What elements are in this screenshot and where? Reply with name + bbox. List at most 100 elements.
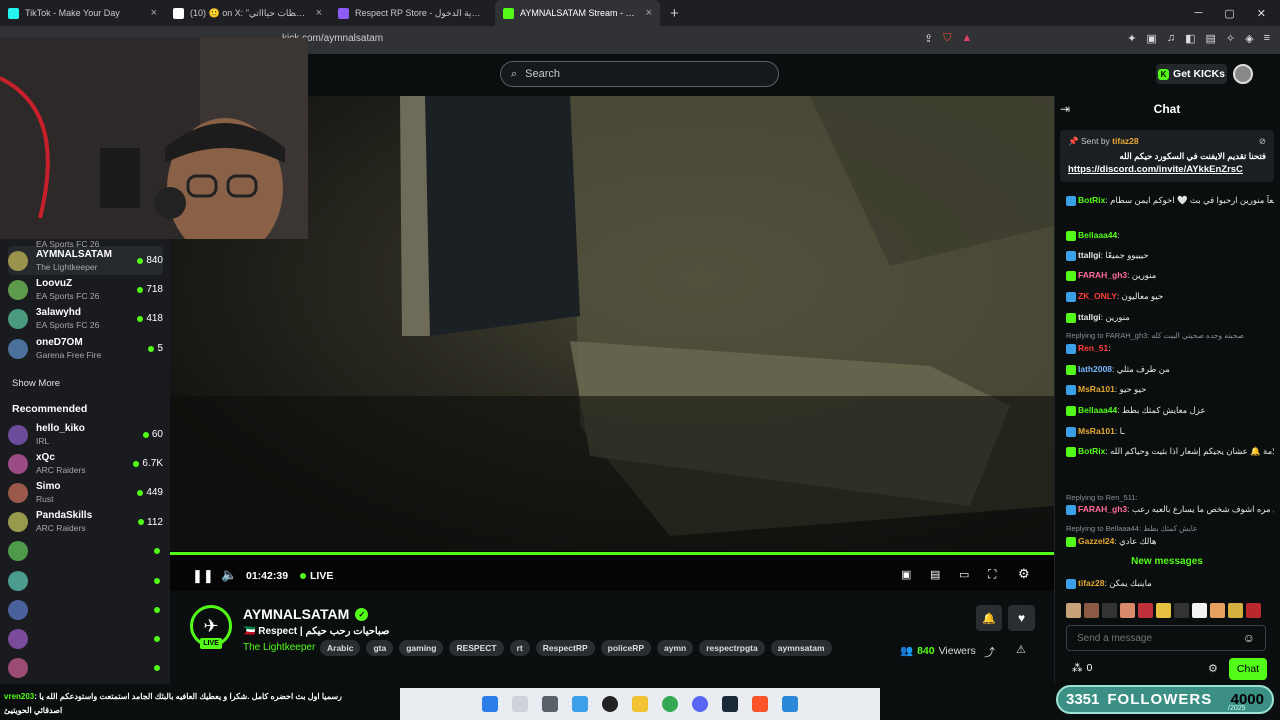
pause-icon[interactable]: ❚❚: [192, 568, 214, 584]
brave-icon[interactable]: [752, 696, 768, 712]
ai-icon[interactable]: ✧: [1226, 32, 1235, 45]
avatar[interactable]: [1233, 64, 1253, 84]
unpin-icon[interactable]: ⊘: [1259, 136, 1266, 147]
tag-chip[interactable]: gaming: [399, 640, 444, 656]
sidebar-channel[interactable]: [8, 595, 163, 624]
screenshot-icon[interactable]: ▣: [1146, 32, 1156, 45]
sidebar-channel[interactable]: xQc ARC Raiders 6.7K: [8, 449, 163, 478]
settings-gear-icon[interactable]: ⚙: [1018, 566, 1030, 582]
fullscreen-icon[interactable]: ⛶: [988, 567, 996, 582]
send-chat-button[interactable]: Chat: [1229, 658, 1267, 680]
chat-username[interactable]: BotRix: [1078, 195, 1105, 205]
stream-category[interactable]: The Lightkeeper: [243, 642, 315, 653]
chat-username[interactable]: BotRix: [1078, 446, 1105, 456]
report-icon[interactable]: ⚠: [1016, 643, 1026, 656]
minimize-icon[interactable]: ─: [1195, 7, 1203, 20]
tag-chip[interactable]: RespectRP: [535, 640, 595, 656]
clip-icon[interactable]: ▤: [930, 568, 940, 581]
task-view-icon[interactable]: [542, 696, 558, 712]
reply-reference[interactable]: Replying to Ren_511:: [1066, 493, 1274, 502]
share-icon[interactable]: ⇪: [924, 32, 933, 45]
chrome-icon[interactable]: [662, 696, 678, 712]
sidebar-channel[interactable]: hello_kiko IRL 60: [8, 420, 163, 449]
sidebar-channel[interactable]: [8, 654, 163, 683]
tag-chip[interactable]: aymn: [657, 640, 694, 656]
send-message-field[interactable]: [1077, 632, 1227, 644]
theater-mode-icon[interactable]: ▭: [959, 568, 969, 581]
browser-tab[interactable]: TikTok - Make Your Day ×: [0, 0, 165, 26]
rewards-icon[interactable]: ▲: [961, 32, 972, 45]
emote-icon[interactable]: [1120, 603, 1135, 618]
emote-icon[interactable]: [1084, 603, 1099, 618]
tag-chip[interactable]: aymnsatam: [770, 640, 832, 656]
close-tab-icon[interactable]: ×: [151, 7, 157, 19]
tag-chip[interactable]: policeRP: [600, 640, 652, 656]
tag-chip[interactable]: respectrpgta: [699, 640, 765, 656]
extensions-icon[interactable]: ✦: [1127, 32, 1136, 45]
chat-username[interactable]: lath2008: [1078, 364, 1112, 374]
emoji-icon[interactable]: ☺: [1243, 631, 1255, 645]
chat-username[interactable]: Gazzel24: [1078, 536, 1114, 546]
volume-icon[interactable]: 🔈: [221, 567, 237, 583]
file-explorer-icon[interactable]: [632, 696, 648, 712]
wallet-icon[interactable]: ▤: [1205, 32, 1215, 45]
emote-icon[interactable]: [1066, 603, 1081, 618]
new-tab-icon[interactable]: +: [660, 5, 689, 22]
maximize-icon[interactable]: ▢: [1224, 7, 1234, 20]
chat-username[interactable]: ZK_ONLY: [1078, 291, 1117, 301]
kicks-balance[interactable]: ⁂ 0: [1072, 662, 1092, 674]
pinned-link[interactable]: https://discord.com/invite/AYkkEnZrsC: [1068, 164, 1266, 175]
chat-username[interactable]: ttallgi: [1078, 312, 1101, 322]
emote-icon[interactable]: [1246, 603, 1261, 618]
search-input[interactable]: ⌕ Search: [500, 61, 779, 87]
chat-username[interactable]: ttallgi: [1078, 250, 1101, 260]
sidebar-channel[interactable]: 3alawyhd EA Sports FC 26 418: [8, 304, 163, 333]
menu-icon[interactable]: ≡: [1264, 32, 1270, 45]
tag-chip[interactable]: rt: [509, 640, 530, 656]
sidebar-icon[interactable]: ◧: [1185, 32, 1195, 45]
pip-icon[interactable]: ▣: [901, 568, 911, 581]
get-kicks-button[interactable]: K Get KICKs: [1156, 64, 1227, 84]
emote-icon[interactable]: [1192, 603, 1207, 618]
close-tab-icon[interactable]: ×: [646, 7, 652, 19]
vpn-icon[interactable]: ◈: [1245, 32, 1253, 45]
sidebar-channel[interactable]: oneD7OM Garena Free Fire 5: [8, 334, 163, 363]
notification-bell-button[interactable]: 🔔: [976, 605, 1002, 631]
sidebar-channel[interactable]: PandaSkills ARC Raiders 112: [8, 508, 163, 537]
new-messages-divider[interactable]: New messages: [1060, 556, 1274, 567]
progress-bar[interactable]: [170, 552, 1054, 555]
emote-icon[interactable]: [1210, 603, 1225, 618]
app-icon[interactable]: [782, 696, 798, 712]
widgets-icon[interactable]: [572, 696, 588, 712]
brave-shield-icon[interactable]: ⛉: [943, 32, 951, 45]
browser-tab-active[interactable]: AYMNALSATAM Stream - Watch ×: [495, 0, 660, 26]
tag-chip[interactable]: Arabic: [320, 640, 361, 656]
tag-chip[interactable]: gta: [366, 640, 394, 656]
emote-icon[interactable]: [1174, 603, 1189, 618]
obs-icon[interactable]: [602, 696, 618, 712]
streamer-name[interactable]: AYMNALSATAM ✓: [243, 606, 369, 622]
sidebar-channel[interactable]: Simo Rust 449: [8, 478, 163, 507]
emote-icon[interactable]: [1228, 603, 1243, 618]
sidebar-channel[interactable]: LoovuZ EA Sports FC 26 718: [8, 275, 163, 304]
emote-icon[interactable]: [1138, 603, 1153, 618]
show-more-link[interactable]: Show More: [12, 378, 60, 389]
sidebar-channel[interactable]: [8, 537, 163, 566]
chat-username[interactable]: tifaz28: [1078, 578, 1104, 588]
browser-tab[interactable]: Respect RP Store - اولوية الدخول: [330, 0, 495, 26]
emote-icon[interactable]: [1102, 603, 1117, 618]
reply-reference[interactable]: Replying to Bellaaa44: عايش كمثك بطط: [1066, 524, 1274, 533]
chat-settings-icon[interactable]: ⚙: [1208, 662, 1218, 675]
chat-input[interactable]: ☺: [1066, 625, 1266, 651]
chat-username[interactable]: Bellaaa44: [1078, 405, 1117, 415]
chat-username[interactable]: Bellaaa44: [1078, 230, 1117, 240]
search-taskbar-icon[interactable]: [512, 696, 528, 712]
windows-start-icon[interactable]: [482, 696, 498, 712]
chat-username[interactable]: FARAH_gh3: [1078, 270, 1127, 280]
close-window-icon[interactable]: ✕: [1257, 7, 1266, 20]
sidebar-channel[interactable]: [8, 566, 163, 595]
chat-username[interactable]: MsRa101: [1078, 384, 1115, 394]
chat-username[interactable]: Ren_51: [1078, 343, 1108, 353]
browser-tab[interactable]: (10) 🙂 on X: "احلى لحظات حياااتي" / X×: [165, 0, 330, 26]
tag-chip[interactable]: RESPECT: [449, 640, 504, 656]
